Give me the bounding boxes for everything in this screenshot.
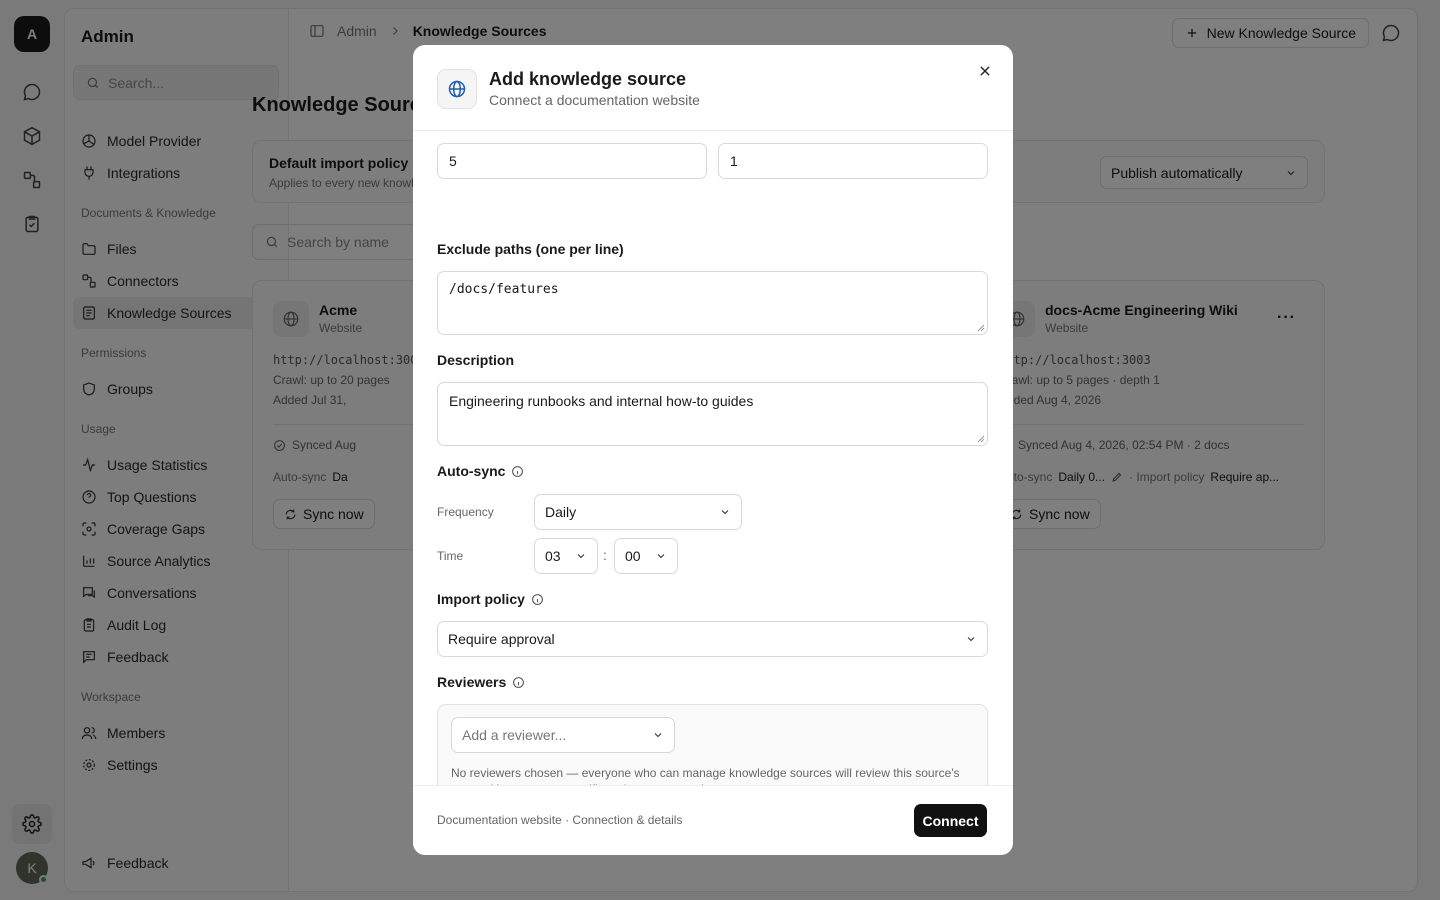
description-textarea[interactable]: Engineering runbooks and internal how-to…	[437, 382, 988, 446]
crawl-depth-input[interactable]: 1	[718, 143, 988, 179]
minute-select[interactable]: 00	[614, 538, 678, 574]
frequency-select[interactable]: Daily	[534, 494, 742, 530]
close-button[interactable]	[975, 61, 995, 81]
reviewers-note: No reviewers chosen — everyone who can m…	[451, 766, 960, 785]
chevron-down-icon	[654, 733, 662, 738]
import-policy-label: Import policy	[437, 591, 544, 607]
reviewers-panel: Add a reviewer... No reviewers chosen — …	[437, 704, 988, 785]
info-icon[interactable]	[531, 593, 544, 606]
reviewers-label: Reviewers	[437, 674, 525, 690]
hour-select[interactable]: 03	[534, 538, 598, 574]
dialog-body: 5 1 Exclude paths (one per line) /docs/f…	[413, 131, 1013, 785]
frequency-label: Frequency	[437, 505, 494, 519]
description-label: Description	[437, 352, 515, 368]
resize-grip-icon[interactable]	[977, 324, 985, 332]
time-separator: :	[603, 547, 607, 563]
add-knowledge-source-dialog: Add knowledge source Connect a documenta…	[413, 45, 1013, 855]
dialog-subtitle: Connect a documentation website	[489, 92, 700, 108]
resize-grip-icon[interactable]	[977, 435, 985, 443]
chevron-down-icon	[721, 510, 729, 515]
chevron-down-icon	[657, 554, 665, 559]
info-icon[interactable]	[511, 465, 524, 478]
connect-button[interactable]: Connect	[914, 804, 987, 837]
globe-icon	[437, 69, 477, 109]
import-policy-select[interactable]: Require approval	[437, 621, 988, 657]
max-pages-input[interactable]: 5	[437, 143, 707, 179]
dialog-footer: Documentation website · Connection & det…	[413, 785, 1013, 855]
close-icon	[980, 66, 990, 76]
footer-steps: Documentation website · Connection & det…	[437, 813, 683, 827]
chevron-down-icon	[967, 637, 975, 642]
dialog-header: Add knowledge source Connect a documenta…	[413, 45, 1013, 131]
time-label: Time	[437, 549, 464, 563]
chevron-down-icon	[577, 554, 585, 559]
auto-sync-label: Auto-sync	[437, 463, 524, 479]
exclude-paths-label: Exclude paths (one per line)	[437, 241, 624, 257]
dialog-title: Add knowledge source	[489, 69, 687, 89]
add-reviewer-select[interactable]: Add a reviewer...	[451, 717, 675, 753]
info-icon[interactable]	[512, 676, 525, 689]
exclude-paths-textarea[interactable]: /docs/features	[437, 271, 988, 335]
